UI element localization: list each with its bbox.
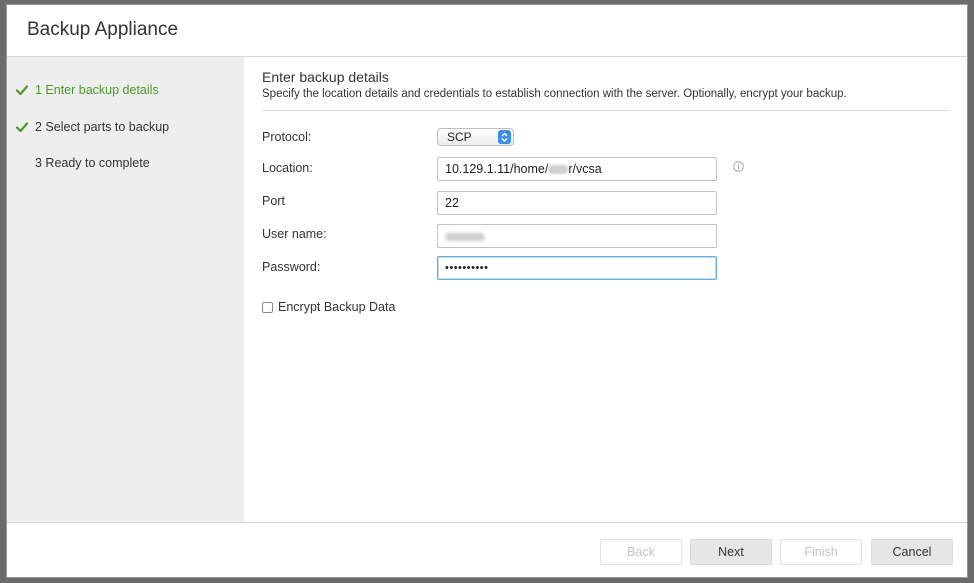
finish-button[interactable]: Finish (780, 539, 862, 565)
section-description: Specify the location details and credent… (262, 88, 847, 100)
next-button[interactable]: Next (690, 539, 772, 565)
redacted-text (548, 165, 569, 175)
location-label: Location: (262, 161, 313, 175)
backup-appliance-dialog: Backup Appliance 1 Enter backup details … (6, 4, 968, 578)
dialog-footer: Back Next Finish Cancel (7, 522, 967, 577)
dialog-title: Backup Appliance (27, 19, 179, 40)
protocol-select[interactable]: SCP (437, 128, 514, 146)
step-select-parts[interactable]: 2 Select parts to backup (15, 120, 169, 134)
location-input[interactable]: 10.129.1.11/home/r/vcsa (437, 157, 717, 181)
encrypt-backup-checkbox[interactable] (262, 301, 273, 313)
port-label: Port (262, 194, 285, 208)
step-label: 3 Ready to complete (35, 156, 150, 170)
password-input[interactable]: •••••••••• (437, 256, 717, 280)
password-label: Password: (262, 260, 321, 274)
step-label: 1 Enter backup details (35, 83, 159, 97)
info-icon[interactable] (733, 161, 744, 172)
section-title: Enter backup details (262, 69, 389, 85)
username-input[interactable] (437, 224, 717, 248)
port-input[interactable]: 22 (437, 191, 717, 215)
step-label: 2 Select parts to backup (35, 120, 170, 134)
step-enter-backup-details[interactable]: 1 Enter backup details (15, 83, 159, 97)
username-label: User name: (262, 227, 327, 241)
encrypt-backup-row[interactable]: Encrypt Backup Data (262, 300, 395, 314)
divider (262, 110, 950, 111)
step-ready-to-complete[interactable]: 3 Ready to complete (15, 156, 150, 170)
checkmark-icon (15, 122, 29, 133)
cancel-button[interactable]: Cancel (871, 539, 953, 565)
checkmark-icon (15, 85, 29, 96)
encrypt-backup-label: Encrypt Backup Data (278, 300, 396, 314)
redacted-text (445, 232, 485, 241)
select-arrows-icon (498, 130, 511, 144)
dialog-header: Backup Appliance (7, 5, 967, 57)
main-content: Enter backup details Specify the locatio… (244, 57, 967, 522)
back-button[interactable]: Back (600, 539, 682, 565)
protocol-label: Protocol: (262, 130, 312, 144)
protocol-value: SCP (447, 130, 472, 144)
wizard-steps-sidebar: 1 Enter backup details 2 Select parts to… (7, 57, 244, 522)
